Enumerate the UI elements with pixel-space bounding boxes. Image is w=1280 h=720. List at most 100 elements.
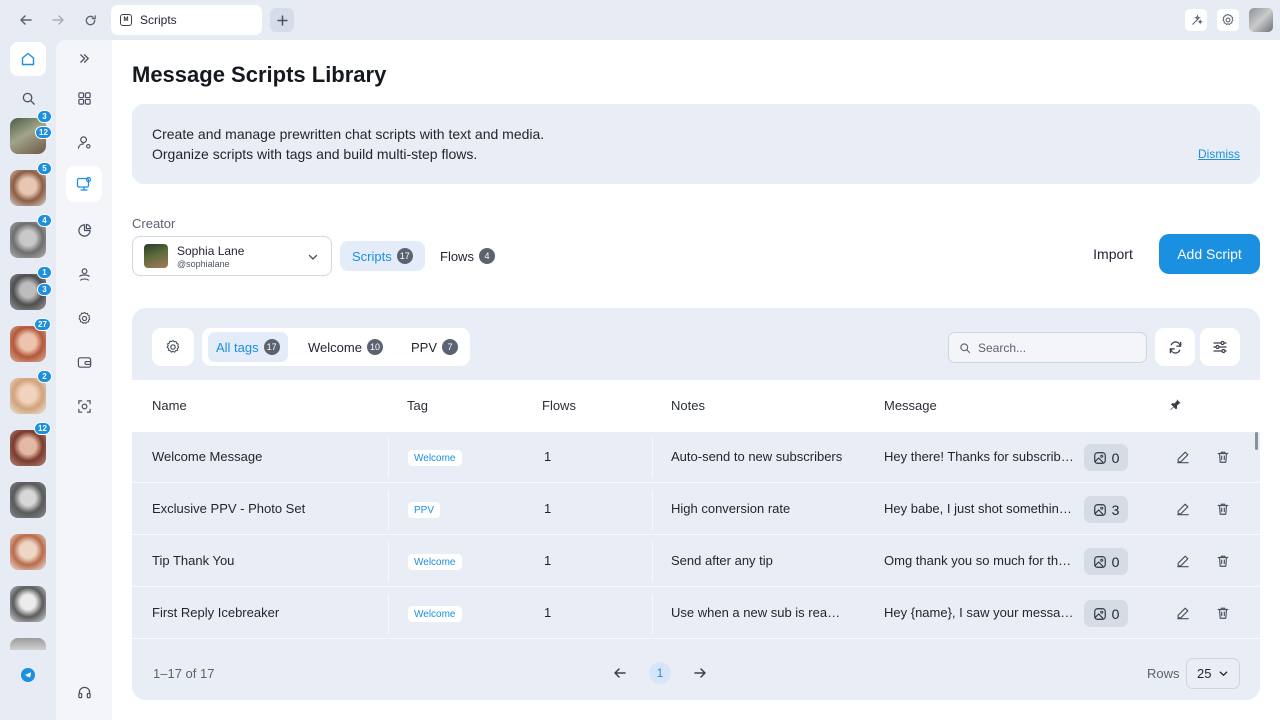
table-row[interactable]: First Reply Icebreaker Welcome 1 Use when a… — [132, 588, 1260, 639]
column-header-tag[interactable]: Tag — [407, 398, 428, 413]
notification-badge: 4 — [37, 214, 52, 227]
filter-sliders-icon[interactable] — [1200, 328, 1240, 366]
settings-gear-icon[interactable] — [1217, 9, 1239, 31]
edit-pencil-icon[interactable] — [1175, 501, 1191, 517]
page-number-button[interactable]: 1 — [649, 662, 671, 684]
search-placeholder: Search... — [978, 340, 1027, 355]
rows-per-page-select[interactable]: 25 — [1186, 658, 1240, 689]
user-settings-icon[interactable] — [66, 124, 102, 160]
edit-pencil-icon[interactable] — [1175, 605, 1191, 621]
tab-title: Scripts — [140, 13, 177, 27]
column-header-name[interactable]: Name — [152, 398, 187, 413]
search-icon[interactable] — [18, 88, 38, 108]
edit-pencil-icon[interactable] — [1175, 553, 1191, 569]
creator-rail: 3 12 5 4 1 3 27 2 12 — [0, 40, 56, 720]
gear-icon[interactable] — [66, 300, 102, 336]
focus-target-icon[interactable] — [66, 388, 102, 424]
creator-avatar[interactable] — [10, 482, 46, 518]
refresh-icon[interactable] — [1155, 328, 1195, 366]
delete-trash-icon[interactable] — [1215, 605, 1231, 621]
table-row[interactable]: Welcome Message Welcome 1 Auto-send to new … — [132, 432, 1260, 483]
search-input[interactable]: Search... — [948, 332, 1147, 363]
notification-badge: 1 — [37, 266, 52, 279]
column-divider — [652, 490, 653, 530]
creator-avatar[interactable] — [10, 534, 46, 570]
creator-avatar — [144, 244, 168, 268]
creator-avatar[interactable] — [10, 170, 46, 206]
next-page-arrow-icon[interactable] — [691, 664, 709, 682]
creator-avatar[interactable] — [10, 586, 46, 622]
media-count[interactable]: 3 — [1084, 496, 1128, 523]
browser-top-bar: M Scripts — [0, 0, 1280, 40]
edit-pencil-icon[interactable] — [1175, 449, 1191, 465]
import-button[interactable]: Import — [1078, 240, 1148, 268]
table-scrollbar[interactable] — [1255, 432, 1258, 450]
image-icon — [1093, 607, 1106, 620]
tab-scripts[interactable]: Scripts 17 — [340, 241, 425, 271]
add-script-button[interactable]: Add Script — [1159, 234, 1260, 274]
delete-trash-icon[interactable] — [1215, 501, 1231, 517]
notification-badge: 3 — [37, 283, 52, 296]
delete-trash-icon[interactable] — [1215, 449, 1231, 465]
new-tab-button[interactable] — [270, 8, 294, 32]
creator-avatar[interactable] — [10, 378, 46, 414]
prev-page-arrow-icon[interactable] — [611, 664, 629, 682]
column-divider — [652, 542, 653, 582]
column-header-notes[interactable]: Notes — [671, 398, 705, 413]
tag-filter-label: All tags — [216, 339, 259, 355]
scripts-table-card: All tags 17 Welcome 10 PPV 7 Search... N… — [132, 308, 1260, 700]
creator-avatar[interactable] — [10, 222, 46, 258]
flows-count: 1 — [544, 449, 552, 464]
creator-avatar[interactable] — [10, 326, 46, 362]
flows-count-badge: 4 — [478, 248, 495, 264]
tag-filter-welcome[interactable]: Welcome 10 — [300, 332, 391, 362]
tab-scripts[interactable]: M Scripts — [111, 5, 262, 35]
tag-filter-all[interactable]: All tags 17 — [208, 332, 288, 362]
pin-icon[interactable] — [1169, 398, 1182, 416]
tag-filter-ppv[interactable]: PPV 7 — [403, 332, 466, 362]
media-count[interactable]: 0 — [1084, 548, 1128, 575]
support-headphones-icon[interactable] — [66, 674, 102, 710]
forward-arrow-icon[interactable] — [48, 10, 68, 30]
pagination-range: 1–17 of 17 — [153, 666, 215, 681]
app-logo-icon: M — [120, 14, 132, 26]
back-arrow-icon[interactable] — [16, 10, 36, 30]
wallet-icon[interactable] — [66, 344, 102, 380]
message-preview: Hey {name}, I saw your message... — [884, 605, 1076, 620]
message-preview: Omg thank you so much for the ... — [884, 553, 1076, 568]
rows-per-page-label: Rows — [1147, 666, 1180, 681]
table-row[interactable]: Exclusive PPV - Photo Set PPV 1 High conver… — [132, 484, 1260, 535]
analytics-pie-icon[interactable] — [66, 212, 102, 248]
column-divider — [388, 542, 389, 582]
flows-count: 1 — [544, 605, 552, 620]
scripts-nav-icon[interactable] — [66, 166, 102, 202]
script-notes: Auto-send to new subscribers — [671, 449, 843, 464]
reload-icon[interactable] — [80, 10, 100, 30]
column-divider — [388, 490, 389, 530]
user-avatar[interactable] — [1249, 8, 1273, 32]
table-row[interactable]: Tip Thank You Welcome 1 Send after any tip O… — [132, 536, 1260, 587]
dashboard-grid-icon[interactable] — [66, 80, 102, 116]
tag-badge: Welcome — [408, 554, 462, 570]
delete-trash-icon[interactable] — [1215, 553, 1231, 569]
home-icon[interactable] — [10, 42, 46, 76]
tab-flows-label: Flows — [440, 248, 474, 264]
media-count[interactable]: 0 — [1084, 600, 1128, 627]
message-preview: Hey babe, I just shot something ... — [884, 501, 1076, 516]
script-name: Tip Thank You — [152, 553, 235, 568]
media-count[interactable]: 0 — [1084, 444, 1128, 471]
creator-avatar[interactable] — [10, 430, 46, 466]
expand-sidebar-icon[interactable] — [66, 40, 102, 76]
creator-select[interactable]: Sophia Lane @sophialane — [132, 236, 332, 276]
dismiss-link[interactable]: Dismiss — [1198, 147, 1240, 161]
team-icon[interactable] — [66, 256, 102, 292]
telegram-icon[interactable] — [21, 668, 35, 682]
creator-avatar[interactable] — [10, 638, 46, 650]
media-count-value: 0 — [1111, 553, 1120, 570]
tab-flows[interactable]: Flows 4 — [428, 241, 507, 271]
column-header-flows[interactable]: Flows — [542, 398, 576, 413]
message-preview: Hey there! Thanks for subscribing... — [884, 449, 1076, 464]
sparkle-icon[interactable] — [1185, 9, 1207, 31]
table-settings-gear-icon[interactable] — [152, 328, 194, 366]
column-header-message[interactable]: Message — [884, 398, 937, 413]
